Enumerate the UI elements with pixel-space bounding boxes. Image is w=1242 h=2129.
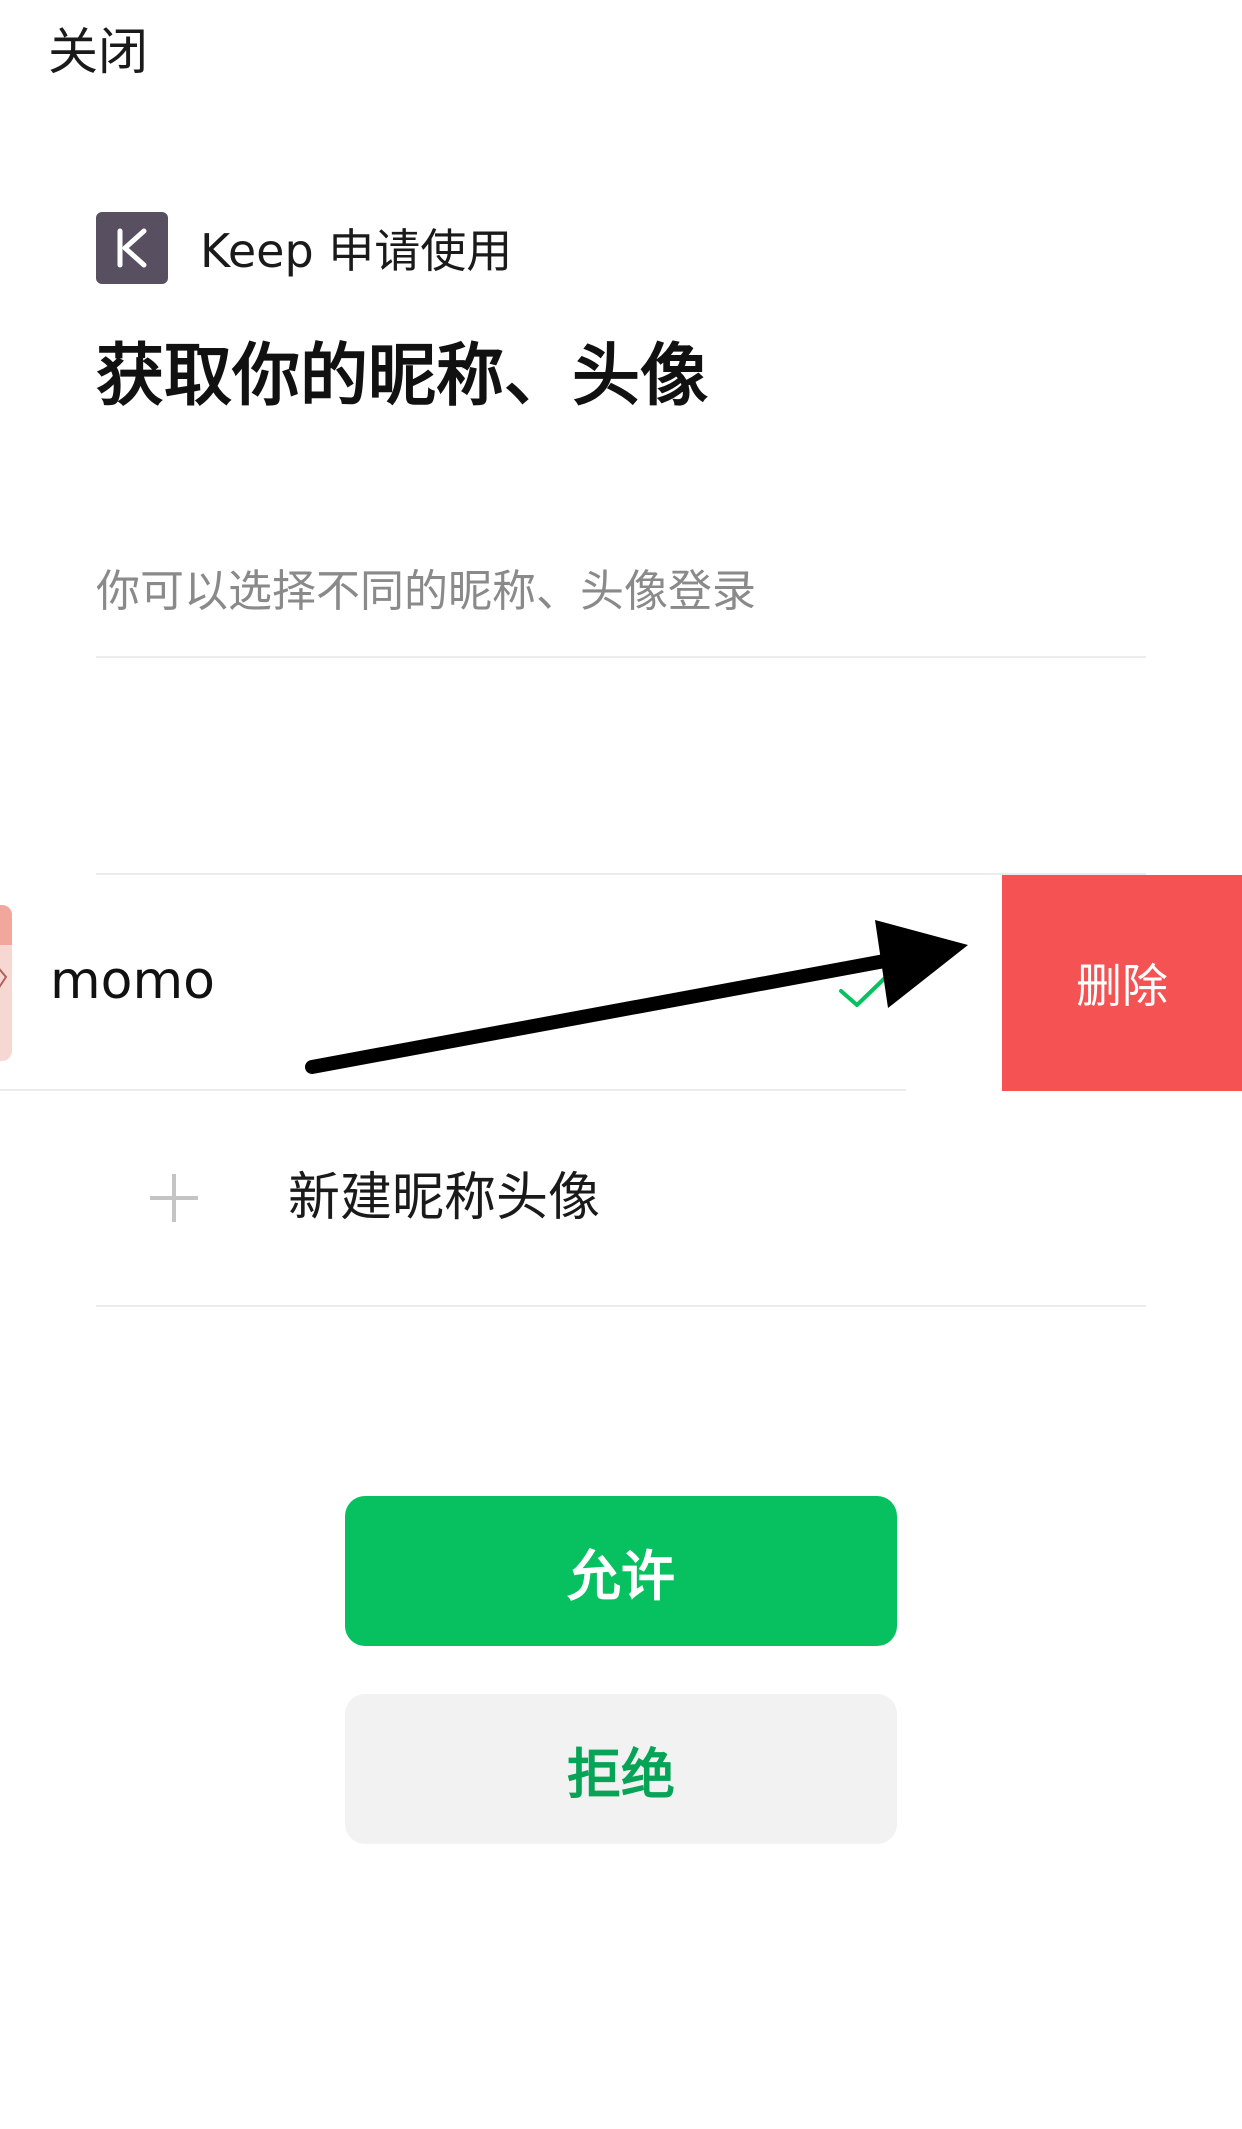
avatar bbox=[0, 905, 12, 1061]
app-request-row: Keep 申请使用 bbox=[96, 212, 512, 284]
deny-button[interactable]: 拒绝 bbox=[345, 1694, 897, 1844]
new-profile-label: 新建昵称头像 bbox=[288, 1168, 601, 1228]
divider bbox=[0, 1089, 906, 1091]
delete-button[interactable]: 删除 bbox=[1002, 875, 1242, 1091]
divider bbox=[96, 656, 1146, 658]
plus-icon bbox=[148, 1172, 200, 1228]
divider bbox=[96, 1305, 1146, 1307]
keep-logo-icon bbox=[96, 212, 168, 284]
close-button[interactable]: 关闭 bbox=[48, 20, 148, 84]
app-request-text: Keep 申请使用 bbox=[200, 224, 513, 278]
allow-button[interactable]: 允许 bbox=[345, 1496, 897, 1646]
arrow-annotation-icon bbox=[300, 900, 980, 1084]
page-subtitle: 你可以选择不同的昵称、头像登录 bbox=[96, 566, 756, 617]
profile-name: momo bbox=[50, 951, 215, 1011]
page-title: 获取你的昵称、头像 bbox=[96, 337, 709, 416]
new-profile-button[interactable]: 新建昵称头像 bbox=[96, 1092, 1146, 1306]
